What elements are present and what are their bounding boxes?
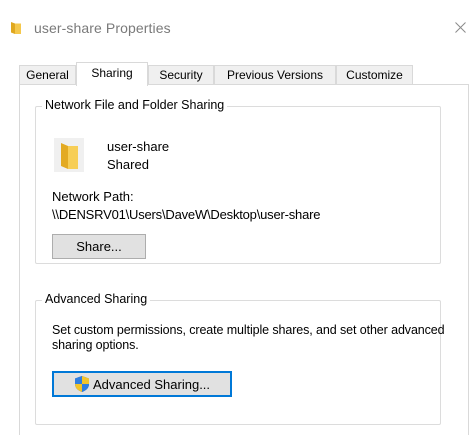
share-status: Shared — [107, 157, 149, 172]
advanced-sharing-group: Advanced Sharing Set custom permissions,… — [35, 292, 445, 425]
tab-customize[interactable]: Customize — [336, 65, 413, 85]
shared-folder-icon — [54, 138, 84, 172]
tab-security[interactable]: Security — [148, 65, 214, 85]
tab-previous-versions[interactable]: Previous Versions — [214, 65, 336, 85]
share-name: user-share — [107, 139, 170, 154]
advanced-sharing-button-label: Advanced Sharing... — [92, 376, 211, 392]
advanced-sharing-button[interactable]: Advanced Sharing... — [52, 371, 232, 397]
network-sharing-group: Network File and Folder Sharing user-sha… — [35, 98, 441, 264]
share-button[interactable]: Share... — [52, 234, 146, 259]
tab-general[interactable]: General — [19, 65, 76, 85]
tab-strip: General Sharing Security Previous Versio… — [19, 62, 459, 86]
tab-sharing[interactable]: Sharing — [76, 62, 148, 86]
close-icon — [454, 21, 466, 33]
close-button[interactable] — [446, 12, 474, 42]
network-path-value: \\DENSRV01\Users\DaveW\Desktop\user-shar… — [52, 207, 321, 222]
network-sharing-group-title: Network File and Folder Sharing — [42, 98, 228, 112]
uac-shield-icon — [74, 376, 89, 392]
title-bar: user-share Properties — [0, 0, 474, 50]
sharing-tab-panel: Network File and Folder Sharing user-sha… — [19, 84, 469, 435]
folder-icon — [11, 22, 21, 34]
advanced-sharing-group-title: Advanced Sharing — [42, 292, 151, 306]
network-path-label: Network Path: — [52, 189, 134, 204]
window-title: user-share Properties — [34, 20, 171, 36]
advanced-sharing-description: Set custom permissions, create multiple … — [52, 323, 445, 352]
dialog-body: General Sharing Security Previous Versio… — [0, 50, 474, 435]
